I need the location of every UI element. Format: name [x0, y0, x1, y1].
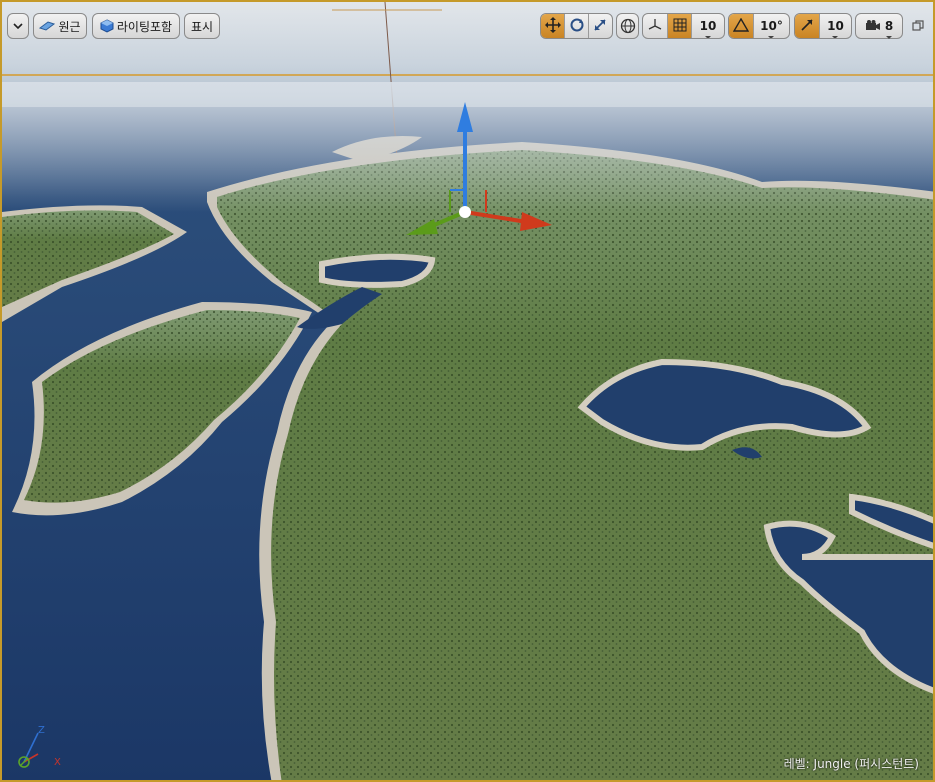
axis-z-label: Z — [38, 725, 45, 736]
translate-mode-button[interactable] — [541, 14, 565, 38]
perspective-button[interactable]: 원근 — [33, 13, 87, 39]
scale-snap-group: 10 — [794, 13, 852, 39]
lighting-mode-button[interactable]: 라이팅포함 — [92, 13, 180, 39]
rotate-mode-button[interactable] — [564, 14, 587, 38]
angle-icon — [732, 17, 750, 35]
camera-speed-button[interactable]: 8 — [855, 13, 903, 39]
level-viewport[interactable]: 원근 라이팅포함 표시 10 10° 10 8 X Z 레벨: Jungle (… — [0, 0, 935, 782]
scale-mode-button[interactable] — [587, 14, 612, 38]
lit-cube-icon — [100, 19, 114, 33]
globe-icon — [620, 18, 636, 34]
world-local-toggle[interactable] — [616, 13, 639, 39]
scale-snap-value: 10 — [827, 19, 844, 38]
rotation-snap-value-dropdown[interactable]: 10° — [753, 14, 789, 38]
camera-speed-value: 8 — [884, 19, 894, 39]
perspective-label: 원근 — [58, 19, 81, 34]
grid-snap-toggle[interactable] — [667, 14, 691, 38]
surface-snap-button[interactable] — [643, 14, 667, 38]
grid-snap-group: 10 — [642, 13, 725, 39]
restore-window-icon — [912, 20, 924, 32]
rotation-snap-group: 10° — [728, 13, 790, 39]
camera-icon — [865, 20, 881, 32]
scale-icon — [592, 17, 608, 36]
transform-mode-group — [540, 13, 613, 39]
grid-snap-value-dropdown[interactable]: 10 — [691, 14, 724, 38]
viewport-options-button[interactable] — [7, 13, 29, 39]
chevron-down-icon — [13, 23, 23, 29]
grid-icon — [673, 18, 687, 35]
axis-indicator: X Y Z — [14, 724, 74, 774]
maximize-viewport-button[interactable] — [908, 16, 928, 36]
translate-icon — [544, 16, 561, 36]
rotate-icon — [569, 17, 585, 36]
scale-snap-icon — [800, 18, 814, 35]
perspective-icon — [39, 20, 56, 32]
surface-snap-icon — [647, 17, 663, 36]
scale-snap-value-dropdown[interactable]: 10 — [819, 14, 851, 38]
level-name-label: 레벨: Jungle (퍼시스턴트) — [783, 757, 919, 771]
axis-x-label: X — [54, 757, 61, 768]
show-flags-button[interactable]: 표시 — [184, 13, 220, 39]
scale-snap-toggle[interactable] — [795, 14, 819, 38]
rotation-snap-toggle[interactable] — [729, 14, 753, 38]
lighting-label: 라이팅포함 — [116, 19, 173, 34]
rotation-snap-value: 10° — [760, 19, 783, 38]
grid-snap-value: 10 — [699, 19, 717, 38]
terrain-scene[interactable] — [2, 2, 935, 782]
show-label: 표시 — [190, 19, 214, 34]
